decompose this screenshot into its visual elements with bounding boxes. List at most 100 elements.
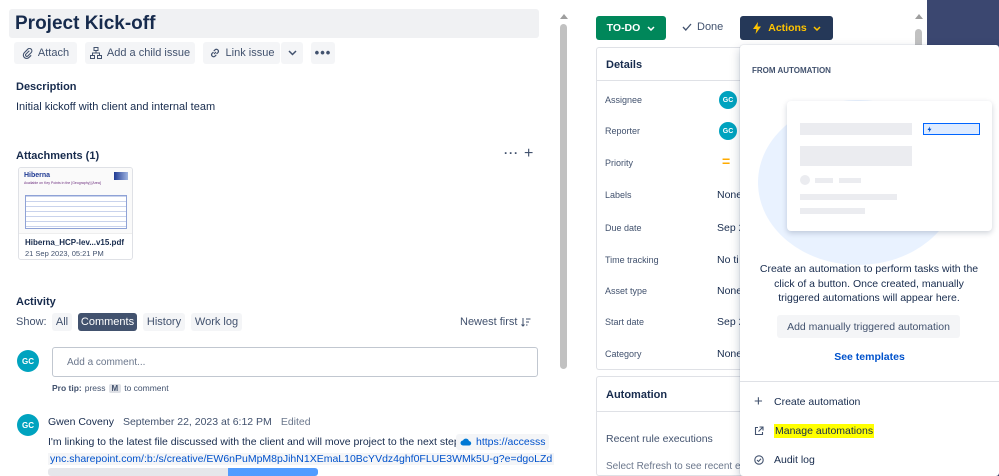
link-issue-button[interactable]: Link issue bbox=[203, 42, 280, 64]
link-issue-label: Link issue bbox=[225, 47, 275, 59]
filter-all[interactable]: All bbox=[52, 313, 72, 331]
sort-button[interactable]: Newest first bbox=[460, 316, 531, 328]
detail-field-value[interactable]: None bbox=[717, 189, 742, 201]
manage-automations-item[interactable]: Manage automations bbox=[740, 418, 999, 444]
detail-field-category[interactable]: Category None bbox=[605, 347, 745, 361]
comment-input-placeholder: Add a comment... bbox=[67, 357, 146, 368]
detail-field-label: Time tracking bbox=[605, 255, 659, 265]
automation-panel: Automation Recent rule executions Select… bbox=[596, 376, 747, 476]
actions-button[interactable]: Actions bbox=[740, 16, 833, 40]
filter-history[interactable]: History bbox=[143, 313, 185, 331]
refresh-hint: Select Refresh to see recent ex bbox=[606, 461, 746, 472]
manage-automations-label: Manage automations bbox=[774, 424, 875, 438]
detail-avatar[interactable]: GC bbox=[719, 91, 737, 109]
menu-divider bbox=[740, 381, 999, 382]
comment-body: I'm linking to the latest file discussed… bbox=[48, 436, 463, 448]
attachment-filename: Hiberna_HCP-lev...v15.pdf bbox=[25, 238, 124, 247]
detail-field-label: Labels bbox=[605, 190, 632, 200]
current-user-initials: GC bbox=[22, 356, 34, 366]
detail-avatar[interactable]: GC bbox=[719, 122, 737, 140]
thumbnail-chart-logo bbox=[114, 172, 128, 180]
create-automation-label: Create automation bbox=[774, 396, 861, 408]
more-actions-button[interactable]: ••• bbox=[311, 42, 335, 64]
detail-field-label: Start date bbox=[605, 317, 645, 327]
detail-field-value[interactable]: None bbox=[717, 348, 742, 360]
thumbnail-caption: Available on Key Points in the [Geograph… bbox=[24, 181, 101, 185]
detail-field-label: Due date bbox=[605, 223, 642, 233]
pro-tip-key: M bbox=[108, 383, 122, 393]
filter-work-log[interactable]: Work log bbox=[191, 313, 242, 331]
add-child-label: Add a child issue bbox=[106, 47, 191, 59]
see-templates-link[interactable]: See templates bbox=[740, 351, 999, 363]
detail-field-asset-type[interactable]: Asset type None bbox=[605, 284, 745, 298]
sort-descending-icon bbox=[521, 317, 531, 327]
audit-log-item[interactable]: Audit log bbox=[740, 447, 999, 473]
comment-author-initials: GC bbox=[22, 420, 34, 430]
filter-comments[interactable]: Comments bbox=[78, 313, 137, 331]
attachment-date: 21 Sep 2023, 05:21 PM bbox=[25, 249, 104, 258]
detail-field-priority[interactable]: Priority = bbox=[605, 153, 745, 170]
detail-field-label: Category bbox=[605, 349, 642, 359]
detail-field-value[interactable]: No ti bbox=[717, 254, 739, 266]
left-scroll-thumb[interactable] bbox=[560, 24, 567, 369]
done-transition-button[interactable]: Done bbox=[682, 21, 723, 33]
pro-tip-press: press bbox=[84, 383, 106, 393]
chevron-down-icon bbox=[813, 25, 821, 31]
sharepoint-link-chip[interactable]: https://accesss bbox=[456, 434, 550, 450]
detail-field-assignee[interactable]: Assignee GC bbox=[605, 91, 745, 109]
comment-edited: Edited bbox=[280, 416, 311, 428]
comment-date[interactable]: September 22, 2023 at 6:12 PM bbox=[123, 416, 272, 428]
pro-tip-suffix: to comment bbox=[124, 383, 169, 393]
attachment-card[interactable]: Hiberna Available on Key Points in the [… bbox=[18, 167, 133, 260]
description-text[interactable]: Initial kickoff with client and internal… bbox=[16, 101, 215, 113]
detail-field-labels[interactable]: Labels None bbox=[605, 188, 745, 202]
comment-header: Gwen Coveny September 22, 2023 at 6:12 P… bbox=[48, 416, 311, 428]
priority-medium-icon[interactable]: = bbox=[722, 153, 730, 169]
attachments-more-icon[interactable]: ··· bbox=[504, 146, 519, 160]
description-heading: Description bbox=[16, 81, 77, 93]
chevron-down-icon bbox=[287, 50, 297, 56]
sharepoint-link-line2[interactable]: ync.sharepoint.com/:b:/s/creative/EW6nPu… bbox=[48, 453, 555, 465]
detail-field-start-date[interactable]: Start date Sep 2 bbox=[605, 315, 745, 329]
detail-field-value[interactable]: None bbox=[717, 285, 742, 297]
actions-dropdown-menu: FROM AUTOMATION Create an automation to … bbox=[740, 45, 999, 476]
comment-input[interactable]: Add a comment... bbox=[52, 347, 538, 377]
status-todo-label: TO-DO bbox=[606, 22, 641, 34]
link-issue-dropdown-button[interactable] bbox=[281, 42, 303, 64]
lightning-icon bbox=[752, 22, 762, 34]
attachments-add-icon[interactable]: + bbox=[524, 146, 533, 162]
detail-field-label: Asset type bbox=[605, 286, 648, 296]
sort-label: Newest first bbox=[460, 316, 518, 328]
attach-button[interactable]: Attach bbox=[14, 42, 77, 64]
check-icon bbox=[682, 23, 692, 31]
detail-field-time-tracking[interactable]: Time tracking No ti bbox=[605, 253, 745, 267]
sharepoint-link-text: https://accesss bbox=[476, 436, 546, 448]
filter-all-label: All bbox=[55, 316, 69, 328]
current-user-avatar: GC bbox=[17, 350, 39, 372]
activity-heading: Activity bbox=[16, 296, 56, 308]
add-manual-automation-button[interactable]: Add manually triggered automation bbox=[777, 315, 960, 338]
add-child-issue-button[interactable]: Add a child issue bbox=[85, 42, 195, 64]
left-pane-scrollbar[interactable] bbox=[560, 14, 568, 476]
thumbnail-brand: Hiberna bbox=[24, 172, 51, 179]
comment-overflow-fade bbox=[48, 468, 318, 476]
comment-author[interactable]: Gwen Coveny bbox=[48, 416, 114, 428]
detail-field-reporter[interactable]: Reporter GC bbox=[605, 122, 745, 140]
attach-label: Attach bbox=[37, 47, 70, 59]
audit-log-label: Audit log bbox=[774, 454, 815, 466]
comment-author-avatar[interactable]: GC bbox=[17, 414, 39, 436]
create-automation-item[interactable]: + Create automation bbox=[740, 389, 999, 415]
details-heading[interactable]: Details bbox=[606, 59, 642, 71]
status-todo-button[interactable]: TO-DO bbox=[596, 16, 666, 40]
detail-field-due-date[interactable]: Due date Sep 2 bbox=[605, 221, 745, 235]
issue-title[interactable]: Project Kick-off bbox=[15, 13, 155, 35]
check-circle-icon bbox=[754, 455, 764, 465]
recent-rule-executions[interactable]: Recent rule executions bbox=[606, 433, 713, 445]
issue-title-bar[interactable]: Project Kick-off bbox=[9, 9, 539, 38]
pro-tip-prefix: Pro tip: bbox=[52, 383, 82, 393]
scroll-up-arrow-icon[interactable] bbox=[915, 14, 923, 19]
comment-text: I'm linking to the latest file discussed… bbox=[48, 436, 463, 448]
automation-heading[interactable]: Automation bbox=[606, 389, 667, 401]
filter-work-log-label: Work log bbox=[194, 316, 239, 328]
scroll-up-arrow-icon[interactable] bbox=[560, 14, 568, 19]
